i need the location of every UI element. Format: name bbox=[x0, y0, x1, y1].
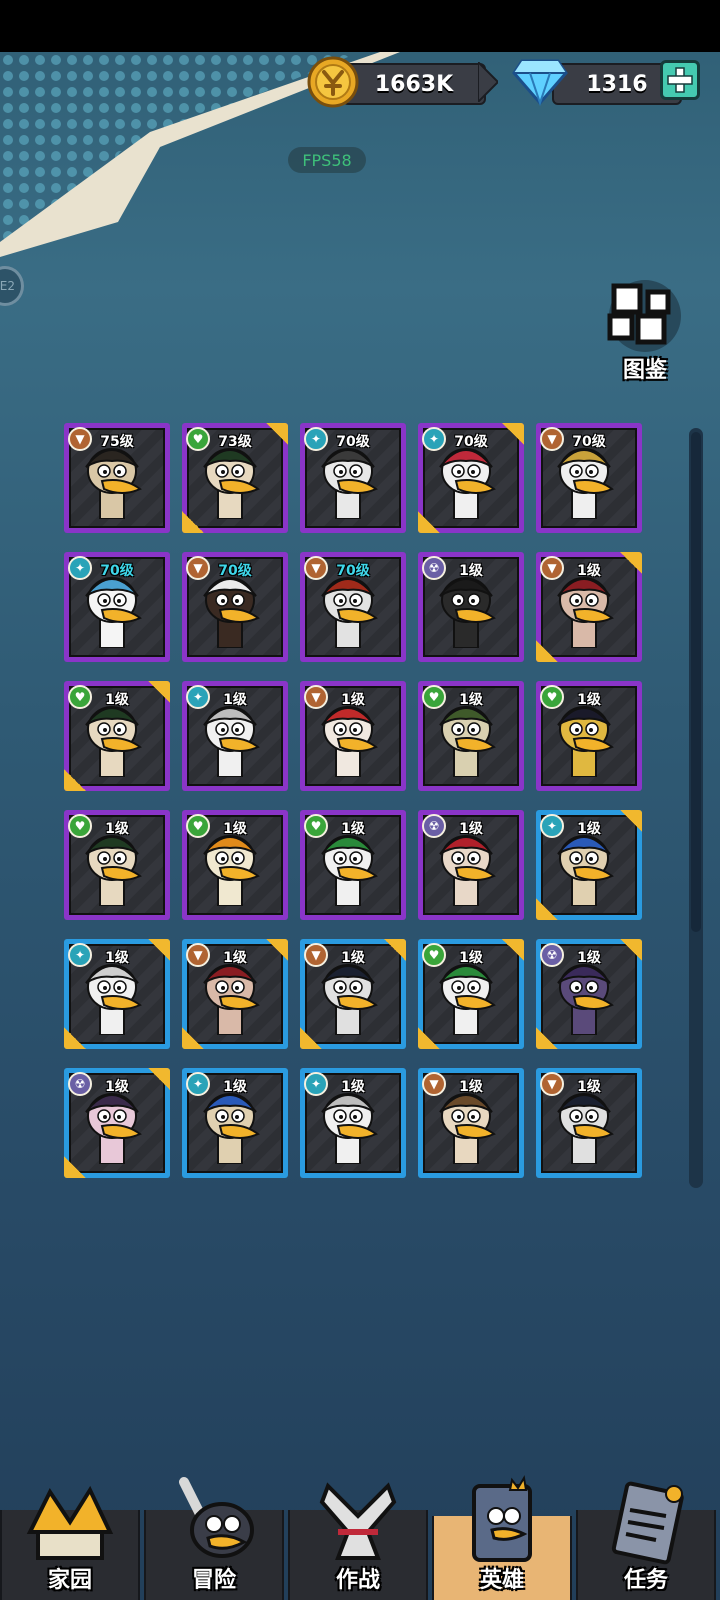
hero-card[interactable]: ☢ 1级 bbox=[418, 552, 524, 662]
hero-level: 1级 bbox=[341, 1079, 365, 1095]
hero-level: 73级 bbox=[218, 434, 252, 450]
hero-level: 70级 bbox=[454, 434, 488, 450]
hero-card[interactable]: ♥ 1级 bbox=[300, 810, 406, 920]
hero-card[interactable]: ♥ 73级 bbox=[182, 423, 288, 533]
adventure-icon bbox=[179, 1477, 254, 1558]
hero-level: 1级 bbox=[459, 1079, 483, 1095]
home-icon bbox=[26, 1485, 114, 1560]
heroes-icon bbox=[472, 1475, 532, 1562]
hero-card[interactable]: ✦ 1级 bbox=[300, 1068, 406, 1178]
hero-level: 1级 bbox=[105, 950, 129, 966]
tab-label: 英雄 bbox=[479, 1568, 524, 1593]
hero-card[interactable]: ♥ 1级 bbox=[182, 810, 288, 920]
hero-level: 1级 bbox=[459, 563, 483, 579]
hero-level: 1级 bbox=[223, 821, 247, 837]
hero-level: 1级 bbox=[577, 821, 601, 837]
hero-card[interactable]: ♥ 1级 bbox=[418, 681, 524, 791]
status-bar bbox=[0, 0, 720, 52]
side-button-label: E2 bbox=[0, 279, 15, 293]
tab-battle[interactable]: 作战 bbox=[288, 1470, 428, 1600]
hero-level: 1级 bbox=[105, 821, 129, 837]
codex-label: 图鉴 bbox=[622, 358, 667, 383]
hero-card[interactable]: ✦ 1级 bbox=[182, 1068, 288, 1178]
hero-card[interactable]: ☢ 1级 bbox=[418, 810, 524, 920]
hero-level: 1级 bbox=[223, 950, 247, 966]
quests-icon bbox=[611, 1481, 684, 1565]
hero-card[interactable]: ☢ 1级 bbox=[64, 1068, 170, 1178]
hero-level: 1级 bbox=[577, 1079, 601, 1095]
hero-card[interactable]: ✦ 70级 bbox=[300, 423, 406, 533]
hero-level: 1级 bbox=[459, 950, 483, 966]
hero-card[interactable]: ✦ 1级 bbox=[64, 939, 170, 1049]
codex-button[interactable]: 图鉴 bbox=[590, 280, 700, 390]
hero-card[interactable]: ♥ 1级 bbox=[64, 681, 170, 791]
hero-level: 1级 bbox=[459, 821, 483, 837]
hero-card[interactable]: ▼ 70级 bbox=[182, 552, 288, 662]
hero-level: 1级 bbox=[223, 692, 247, 708]
hero-level: 1级 bbox=[577, 950, 601, 966]
hero-card[interactable]: ☢ 1级 bbox=[536, 939, 642, 1049]
hero-grid: ▼ 75级 ♥ 73级 ✦ 70级 ✦ 70级 ▼ 70级 ✦ 70级 ▼ 70级 ▼ 70级 ☢ 1级 ▼ 1级 ♥ 1… bbox=[64, 423, 654, 1193]
hero-level: 75级 bbox=[100, 434, 134, 450]
hero-level: 1级 bbox=[577, 563, 601, 579]
hero-card[interactable]: ▼ 1级 bbox=[300, 939, 406, 1049]
plus-icon bbox=[667, 67, 693, 93]
tab-label: 冒险 bbox=[191, 1568, 236, 1593]
bottom-navigation: 家园 冒险 作战 英雄 任务 bbox=[0, 1470, 720, 1600]
hero-level: 1级 bbox=[341, 950, 365, 966]
hero-card[interactable]: ✦ 1级 bbox=[536, 810, 642, 920]
hero-card[interactable]: ▼ 70级 bbox=[536, 423, 642, 533]
fps-counter: FPS58 bbox=[288, 147, 366, 173]
hero-level: 1级 bbox=[341, 821, 365, 837]
side-button[interactable]: E2 bbox=[0, 266, 24, 306]
battle-icon bbox=[319, 1482, 397, 1560]
gold-coin-icon bbox=[307, 56, 359, 108]
diamond-icon bbox=[512, 59, 568, 107]
tab-quests[interactable]: 任务 bbox=[576, 1470, 716, 1600]
hero-card[interactable]: ▼ 1级 bbox=[300, 681, 406, 791]
tab-label: 作战 bbox=[335, 1568, 380, 1593]
hero-level: 70级 bbox=[100, 563, 134, 579]
hero-card[interactable]: ▼ 1级 bbox=[536, 552, 642, 662]
hero-card[interactable]: ▼ 1级 bbox=[418, 1068, 524, 1178]
hero-level: 70级 bbox=[218, 563, 252, 579]
tab-label: 任务 bbox=[623, 1568, 668, 1593]
hero-card[interactable]: ▼ 70级 bbox=[300, 552, 406, 662]
tab-heroes[interactable]: 英雄 bbox=[432, 1470, 572, 1600]
tab-adventure[interactable]: 冒险 bbox=[144, 1470, 284, 1600]
tab-label: 家园 bbox=[47, 1568, 92, 1593]
hero-level: 1级 bbox=[459, 692, 483, 708]
hero-card[interactable]: ✦ 1级 bbox=[182, 681, 288, 791]
hero-card[interactable]: ▼ 1级 bbox=[182, 939, 288, 1049]
scrollbar-thumb[interactable] bbox=[691, 432, 701, 932]
codex-icon bbox=[607, 280, 681, 352]
hero-card[interactable]: ♥ 1级 bbox=[64, 810, 170, 920]
hero-card[interactable]: ♥ 1级 bbox=[536, 681, 642, 791]
hero-card[interactable]: ♥ 1级 bbox=[418, 939, 524, 1049]
hero-level: 70级 bbox=[336, 434, 370, 450]
hero-level: 1级 bbox=[341, 692, 365, 708]
hero-level: 1级 bbox=[105, 692, 129, 708]
hero-card[interactable]: ✦ 70级 bbox=[64, 552, 170, 662]
hero-level: 70级 bbox=[572, 434, 606, 450]
add-gems-button[interactable] bbox=[660, 60, 700, 100]
hero-card[interactable]: ✦ 70级 bbox=[418, 423, 524, 533]
hero-level: 1级 bbox=[577, 692, 601, 708]
tab-home[interactable]: 家园 bbox=[0, 1470, 140, 1600]
hero-grid-scrollbar[interactable] bbox=[689, 428, 703, 1188]
hero-card[interactable]: ▼ 75级 bbox=[64, 423, 170, 533]
hero-level: 70级 bbox=[336, 563, 370, 579]
hero-level: 1级 bbox=[223, 1079, 247, 1095]
chevron-right-icon bbox=[478, 62, 498, 102]
gold-value: 1663K bbox=[342, 63, 486, 105]
hero-level: 1级 bbox=[105, 1079, 129, 1095]
hero-card[interactable]: ▼ 1级 bbox=[536, 1068, 642, 1178]
